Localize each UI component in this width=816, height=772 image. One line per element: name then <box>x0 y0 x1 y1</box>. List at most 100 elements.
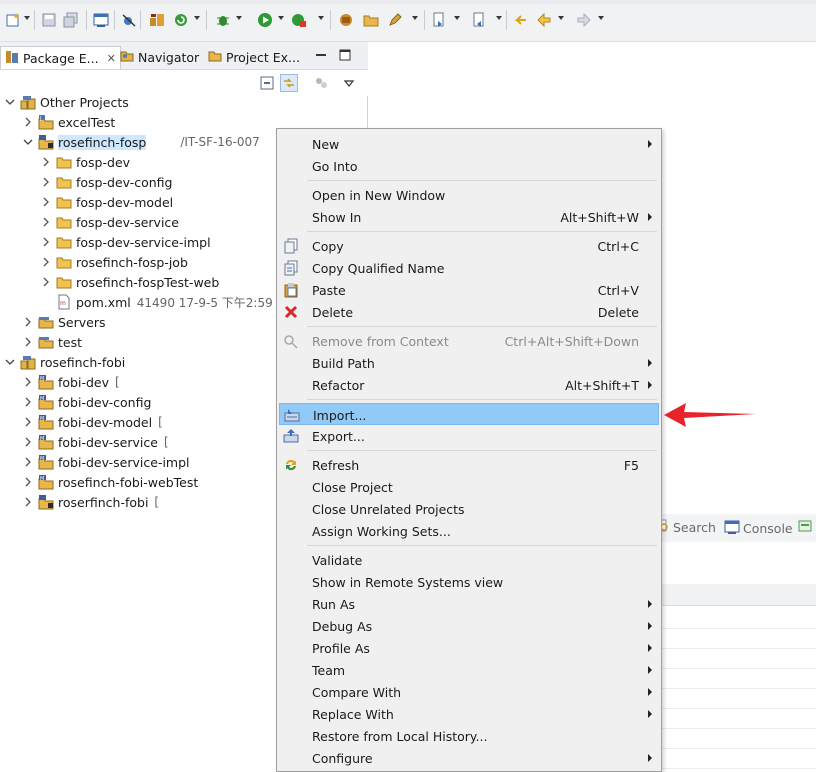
chevron-right-icon[interactable] <box>22 116 34 128</box>
bottom-tab-search[interactable]: Search <box>656 519 716 536</box>
tree-item[interactable]: Mfobi-dev-service-impl <box>22 452 190 472</box>
chevron-right-icon[interactable] <box>40 156 52 168</box>
menu-item-export[interactable]: Export... <box>279 425 659 447</box>
last-edit-icon[interactable] <box>512 11 530 29</box>
debug-icon[interactable] <box>214 11 232 29</box>
minimize-icon[interactable] <box>314 48 328 62</box>
chevron-right-icon[interactable] <box>40 196 52 208</box>
menu-item-copy-qualified-name[interactable]: Copy Qualified Name <box>279 257 659 279</box>
tree-item[interactable]: Servers <box>22 312 106 332</box>
refresh-debug-icon[interactable] <box>172 11 190 29</box>
chevron-right-icon[interactable] <box>22 396 34 408</box>
menu-item-debug-as[interactable]: Debug As <box>279 615 659 637</box>
view-tab-2[interactable]: Project Ex... <box>204 46 304 69</box>
chevron-right-icon[interactable] <box>40 176 52 188</box>
dropdown-arrow-icon[interactable] <box>24 16 30 20</box>
tree-item[interactable]: Mrosefinch-fobi-webTest <box>22 472 198 492</box>
menu-item-copy[interactable]: Copy Ctrl+C <box>279 235 659 257</box>
menu-item-show-in-remote-systems-view[interactable]: Show in Remote Systems view <box>279 571 659 593</box>
tree-item[interactable]: JexcelTest <box>22 112 115 132</box>
menu-item-new[interactable]: New <box>279 133 659 155</box>
dropdown-arrow-icon[interactable] <box>194 16 200 20</box>
new-icon[interactable] <box>4 11 22 29</box>
menu-item-profile-as[interactable]: Profile As <box>279 637 659 659</box>
run-icon[interactable] <box>256 11 274 29</box>
dropdown-arrow-icon[interactable] <box>454 16 460 20</box>
forward-icon[interactable] <box>575 11 593 29</box>
dropdown-arrow-icon[interactable] <box>412 16 418 20</box>
console-icon[interactable] <box>92 11 110 29</box>
view-tab-0[interactable]: Package E... ✕ <box>0 46 121 69</box>
tree-item[interactable]: fosp-dev-service-impl <box>40 232 211 252</box>
back-icon[interactable] <box>535 11 553 29</box>
chevron-down-icon[interactable] <box>4 96 16 108</box>
build-icon[interactable] <box>148 11 166 29</box>
tree-item[interactable]: fosp-dev-service <box>40 212 179 232</box>
tree-item[interactable]: Mfobi-dev-model [ <box>22 412 163 432</box>
save-all-icon[interactable] <box>62 11 80 29</box>
dropdown-arrow-icon[interactable] <box>318 16 324 20</box>
menu-item-go-into[interactable]: Go Into <box>279 155 659 177</box>
menu-item-validate[interactable]: Validate <box>279 549 659 571</box>
new-package-icon[interactable] <box>338 11 356 29</box>
menu-item-assign-working-sets[interactable]: Assign Working Sets... <box>279 520 659 542</box>
menu-item-refactor[interactable]: Refactor Alt+Shift+T <box>279 374 659 396</box>
chevron-right-icon[interactable] <box>40 216 52 228</box>
edit-icon[interactable] <box>386 11 404 29</box>
menu-item-close-unrelated-projects[interactable]: Close Unrelated Projects <box>279 498 659 520</box>
tree-item[interactable]: fosp-dev-config <box>40 172 172 192</box>
tree-item[interactable]: Mfobi-dev [ <box>22 372 120 392</box>
tree-item[interactable]: rosefinch-fosp-job <box>40 252 188 272</box>
prev-annotation-icon[interactable] <box>470 11 488 29</box>
dropdown-arrow-icon[interactable] <box>598 16 604 20</box>
chevron-right-icon[interactable] <box>22 476 34 488</box>
menu-item-build-path[interactable]: Build Path <box>279 352 659 374</box>
menu-item-close-project[interactable]: Close Project <box>279 476 659 498</box>
menu-item-open-in-new-window[interactable]: Open in New Window <box>279 184 659 206</box>
menu-item-compare-with[interactable]: Compare With <box>279 681 659 703</box>
chevron-down-icon[interactable] <box>4 356 16 368</box>
chevron-right-icon[interactable] <box>22 336 34 348</box>
skip-breakpoints-icon[interactable] <box>120 11 138 29</box>
maximize-icon[interactable] <box>338 48 352 62</box>
menu-item-delete[interactable]: Delete Delete <box>279 301 659 323</box>
link-with-editor-icon[interactable] <box>280 74 298 92</box>
run-last-icon[interactable] <box>290 11 308 29</box>
tree-item[interactable]: Mfobi-dev-service [ <box>22 432 169 452</box>
tree-item[interactable]: fosp-dev <box>40 152 130 172</box>
chevron-right-icon[interactable] <box>22 496 34 508</box>
menu-item-run-as[interactable]: Run As <box>279 593 659 615</box>
menu-item-refresh[interactable]: Refresh F5 <box>279 454 659 476</box>
close-tab-icon[interactable]: ✕ <box>107 52 116 65</box>
next-annotation-icon[interactable] <box>430 11 448 29</box>
dropdown-arrow-icon[interactable] <box>558 16 564 20</box>
tree-item[interactable]: fosp-dev-model <box>40 192 173 212</box>
dropdown-arrow-icon[interactable] <box>496 16 502 20</box>
chevron-right-icon[interactable] <box>22 416 34 428</box>
tree-item[interactable]: Mfobi-dev-config <box>22 392 151 412</box>
menu-item-team[interactable]: Team <box>279 659 659 681</box>
chevron-down-icon[interactable] <box>22 136 34 148</box>
save-icon[interactable] <box>40 11 58 29</box>
menu-item-replace-with[interactable]: Replace With <box>279 703 659 725</box>
tree-item[interactable]: rosefinch-fosp/IT-SF-16-007 <box>22 132 260 152</box>
tree-item[interactable]: test <box>22 332 82 352</box>
menu-item-paste[interactable]: Paste Ctrl+V <box>279 279 659 301</box>
tree-item[interactable]: roserfinch-fobi [ <box>22 492 159 512</box>
tree-item[interactable]: Other Projects <box>4 92 129 112</box>
view-menu-icon[interactable] <box>340 74 358 92</box>
chevron-right-icon[interactable] <box>22 376 34 388</box>
tree-item[interactable]: rosefinch-fospTest-web <box>40 272 219 292</box>
menu-item-show-in[interactable]: Show In Alt+Shift+W <box>279 206 659 228</box>
chevron-right-icon[interactable] <box>40 256 52 268</box>
focus-on-active-task-icon[interactable] <box>312 74 330 92</box>
tree-item[interactable]: m pom.xml 41490 17-9-5 下午2:59 <box>40 292 273 312</box>
menu-item-import[interactable]: Import... <box>279 403 659 425</box>
menu-item-restore-from-local-history[interactable]: Restore from Local History... <box>279 725 659 747</box>
chevron-right-icon[interactable] <box>22 456 34 468</box>
chevron-right-icon[interactable] <box>22 436 34 448</box>
collapse-all-icon[interactable] <box>258 74 276 92</box>
chevron-right-icon[interactable] <box>40 236 52 248</box>
dropdown-arrow-icon[interactable] <box>236 16 242 20</box>
open-folder-icon[interactable] <box>362 11 380 29</box>
